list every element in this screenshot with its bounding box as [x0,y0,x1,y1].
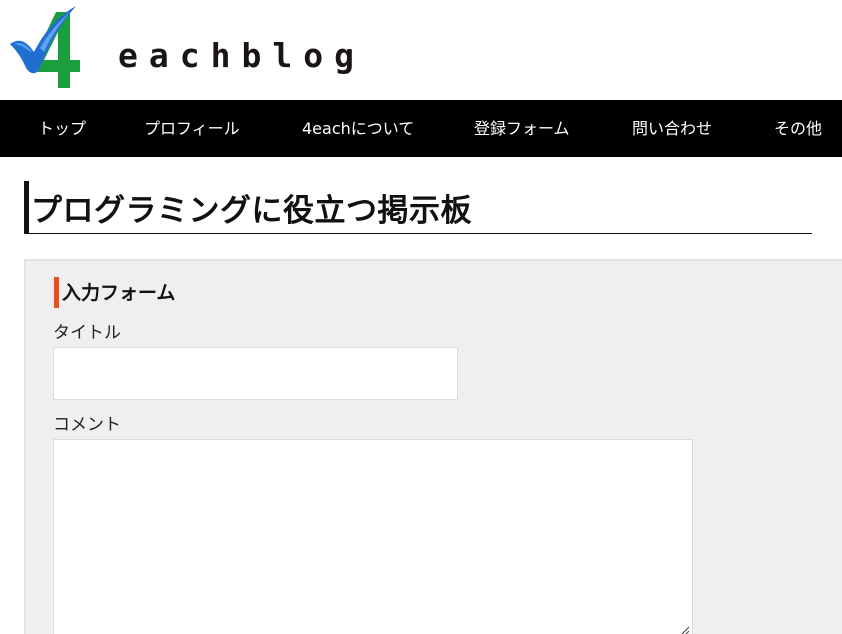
site-logo[interactable] [4,2,104,92]
nav-item-other[interactable]: その他 [774,100,822,157]
nav-item-contact[interactable]: 問い合わせ [632,100,712,157]
main-nav: トップ プロフィール 4eachについて 登録フォーム 問い合わせ その他 [0,100,842,157]
site-name[interactable]: eachblog [118,34,365,78]
page: eachblog トップ プロフィール 4eachについて 登録フォーム 問い合… [0,0,842,634]
input-form-panel: 入力フォーム タイトル コメント [24,259,842,634]
form-heading: 入力フォーム [62,282,176,304]
nav-item-register[interactable]: 登録フォーム [474,100,570,157]
form-heading-accent [54,277,59,308]
site-header: eachblog [0,0,842,100]
page-title-block: プログラミングに役立つ掲示板 [24,181,812,234]
resize-handle-icon[interactable] [680,625,690,634]
nav-item-about[interactable]: 4eachについて [302,100,414,157]
comment-textarea[interactable] [53,439,693,634]
title-label: タイトル [53,323,121,343]
comment-label: コメント [53,415,121,435]
nav-item-profile[interactable]: プロフィール [144,100,240,157]
title-input[interactable] [53,347,458,400]
nav-item-top[interactable]: トップ [38,100,86,157]
checkmark-logo-icon [10,6,80,88]
page-title: プログラミングに役立つ掲示板 [31,193,472,229]
